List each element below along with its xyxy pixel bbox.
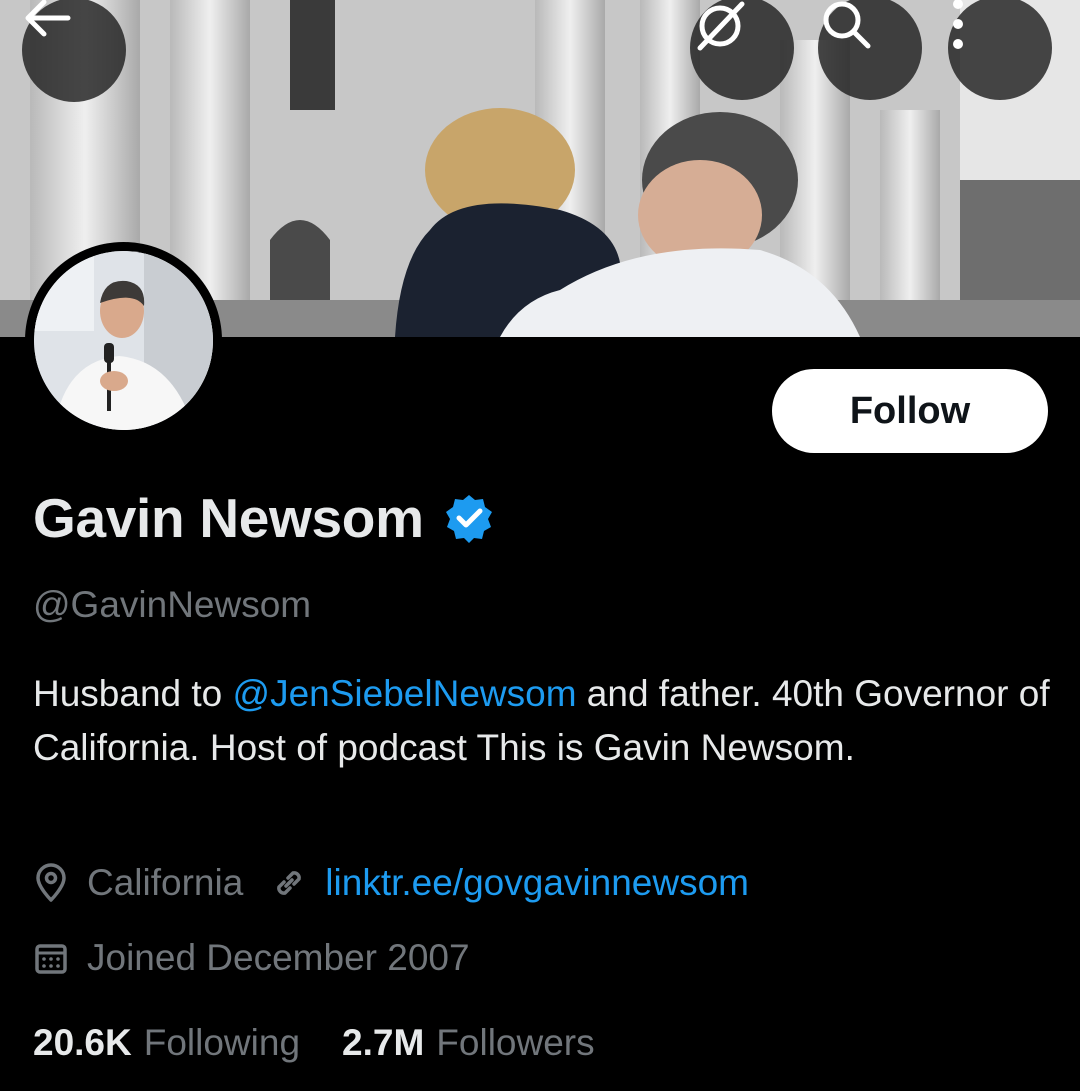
- followers-count: 2.7M: [342, 1022, 425, 1063]
- profile-joined-row: Joined December 2007: [33, 937, 470, 979]
- vertical-ellipsis-icon: [953, 0, 963, 49]
- username-handle: @GavinNewsom: [33, 584, 312, 625]
- more-options-button[interactable]: [948, 0, 1052, 100]
- arrow-left-icon: [25, 0, 71, 37]
- display-name: Gavin Newsom: [33, 487, 424, 549]
- profile-bio: Husband to @JenSiebelNewsom and father. …: [33, 667, 1058, 775]
- verified-badge-icon[interactable]: [444, 493, 494, 543]
- back-button[interactable]: [22, 0, 126, 102]
- calendar-icon: [35, 944, 67, 974]
- avatar[interactable]: [25, 242, 222, 439]
- profile-meta-row: California linktr.ee/govgavinnewsom: [33, 862, 749, 904]
- link-icon: [277, 871, 302, 895]
- following-label: Following: [143, 1022, 301, 1063]
- bio-mention-link[interactable]: @JenSiebelNewsom: [233, 673, 577, 714]
- location-pin-icon: [36, 863, 66, 902]
- profile-stats: 20.6K Following 2.7M Followers: [33, 1022, 595, 1064]
- bio-text-prefix: Husband to: [33, 673, 233, 714]
- followers-stat[interactable]: 2.7M Followers: [342, 1022, 595, 1064]
- following-stat[interactable]: 20.6K Following: [33, 1022, 300, 1064]
- name-row: Gavin Newsom: [33, 486, 494, 550]
- search-icon: [823, 1, 871, 49]
- grok-slash-icon: [697, 1, 745, 51]
- grok-button[interactable]: [690, 0, 794, 100]
- search-button[interactable]: [818, 0, 922, 100]
- profile-screen: Follow Gavin Newsom @GavinNewsom Husband…: [0, 0, 1080, 1091]
- profile-website-link[interactable]: linktr.ee/govgavinnewsom: [325, 862, 749, 904]
- profile-location: California: [87, 862, 244, 903]
- following-count: 20.6K: [33, 1022, 132, 1063]
- follow-button[interactable]: Follow: [772, 369, 1048, 453]
- profile-joined-date: Joined December 2007: [87, 937, 470, 978]
- followers-label: Followers: [436, 1022, 595, 1063]
- avatar-image: [34, 251, 213, 430]
